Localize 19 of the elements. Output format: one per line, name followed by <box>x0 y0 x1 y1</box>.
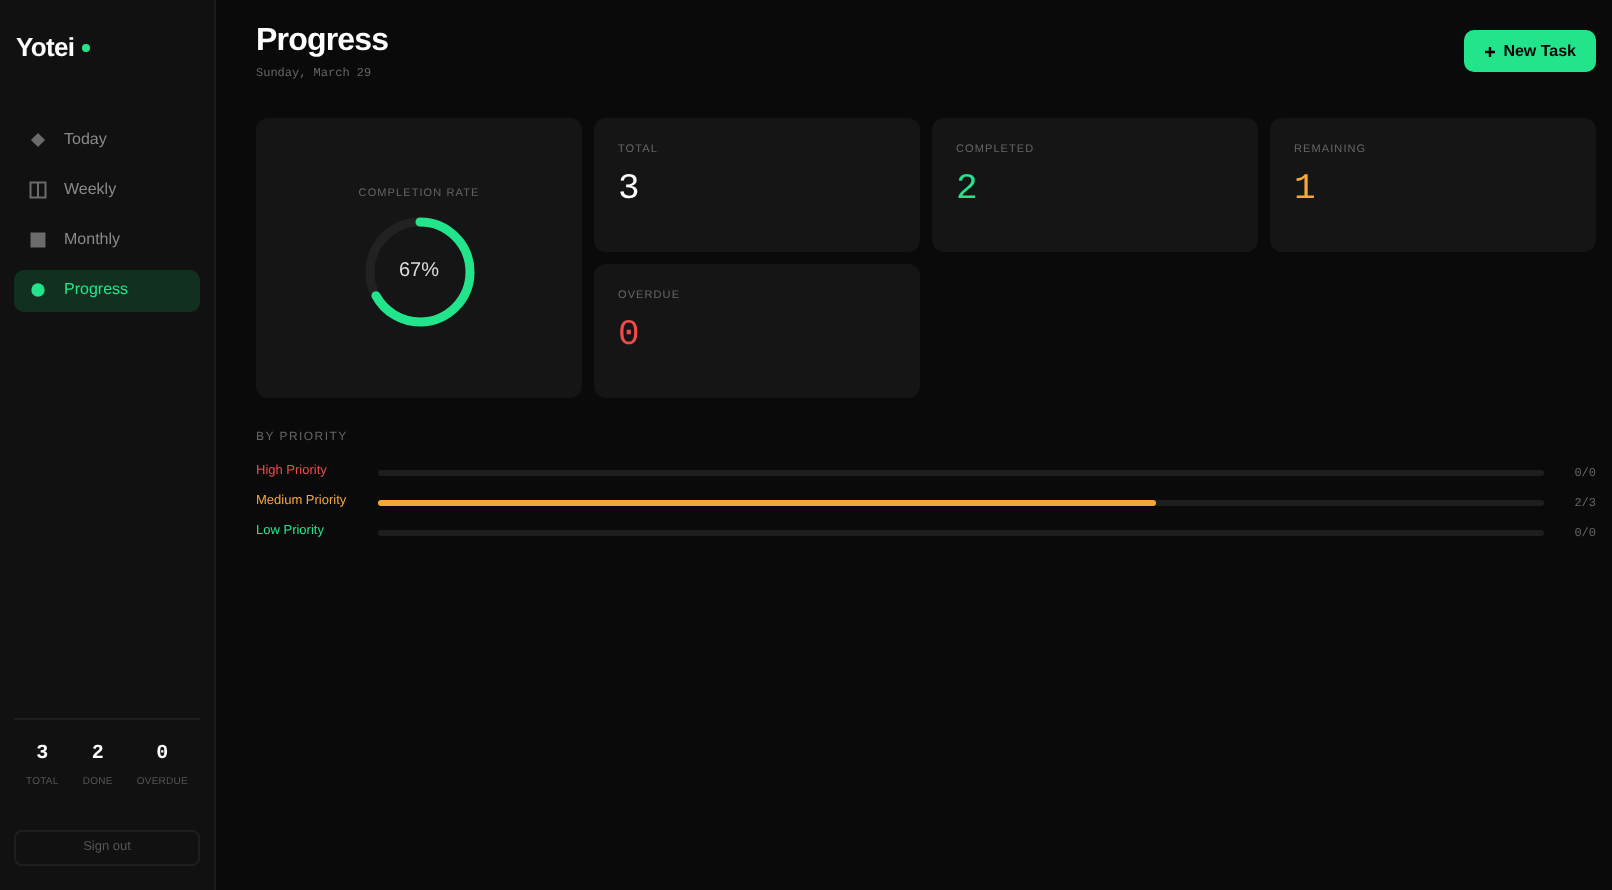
columns-icon <box>28 180 48 200</box>
nav-item[interactable]: Weekly <box>14 169 200 211</box>
page-title: Progress <box>256 24 389 60</box>
stat-value: 3 <box>36 741 49 769</box>
stat-value: 2 <box>91 741 104 769</box>
nav-item[interactable]: Progress <box>14 269 200 311</box>
new-task-button[interactable]: New Task <box>1463 30 1596 72</box>
circle-icon <box>28 280 48 300</box>
nav-item[interactable]: Today <box>14 119 200 161</box>
logo: Yotei <box>16 30 75 66</box>
square-icon <box>28 230 48 250</box>
stat-value: 0 <box>156 741 169 769</box>
stat-card-value: 3 <box>618 168 642 215</box>
stat-card-value: 0 <box>618 314 642 361</box>
completion-value: 67% <box>399 259 439 284</box>
plus-icon <box>1483 45 1496 57</box>
stat-card-value: 2 <box>956 168 980 215</box>
nav-item[interactable]: Monthly <box>14 219 200 261</box>
stat-card-value: 1 <box>1294 168 1318 215</box>
